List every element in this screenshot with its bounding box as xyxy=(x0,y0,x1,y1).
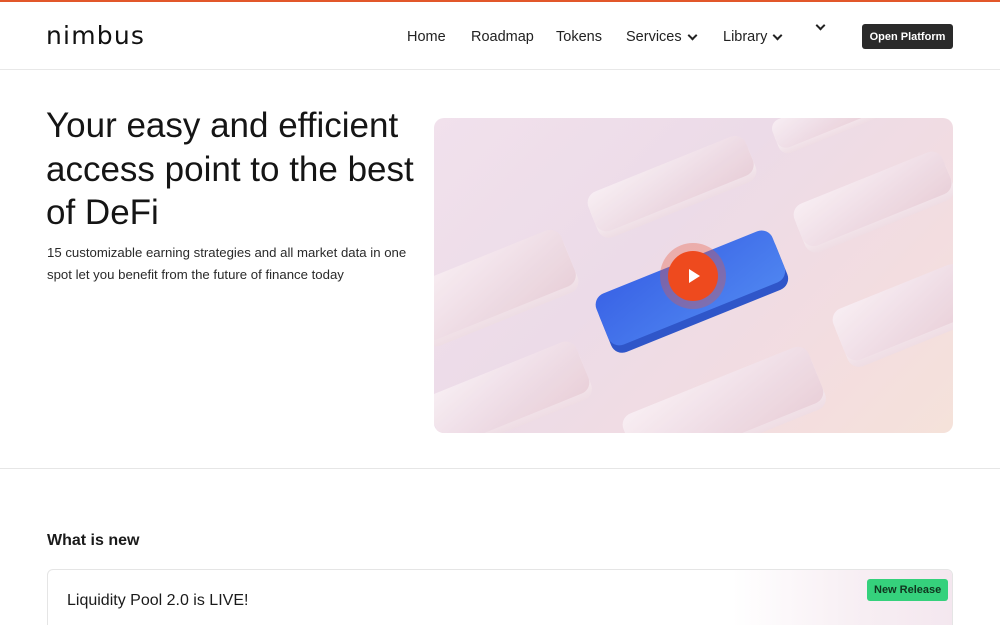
play-icon xyxy=(689,269,700,283)
nav-item-services[interactable]: Services xyxy=(626,26,698,48)
nav-item-label: Library xyxy=(723,29,768,45)
section-divider xyxy=(0,468,1000,469)
nav-item-label: Tokens xyxy=(556,29,602,45)
site-header: nimbus Home Roadmap Tokens Services Libr… xyxy=(0,2,1000,70)
nav-item-library[interactable]: Library xyxy=(723,26,783,48)
hero-title: Your easy and efficient access point to … xyxy=(46,106,414,232)
chevron-down-icon xyxy=(815,20,826,31)
open-platform-button[interactable]: Open Platform xyxy=(862,24,953,49)
news-card-title: Liquidity Pool 2.0 is LIVE! xyxy=(67,592,249,609)
hero-subtitle: 15 customizable earning strategies and a… xyxy=(47,245,407,282)
hero-video[interactable] xyxy=(434,118,953,433)
nav-item-label: Services xyxy=(626,29,682,45)
nav-item-tokens[interactable]: Tokens xyxy=(556,26,602,48)
whats-new-heading: What is new xyxy=(47,532,140,549)
play-button[interactable] xyxy=(668,251,718,301)
nav-item-more[interactable] xyxy=(810,20,826,31)
logo[interactable]: nimbus xyxy=(46,22,145,50)
nav-item-home[interactable]: Home xyxy=(407,26,446,48)
nav-item-roadmap[interactable]: Roadmap xyxy=(471,26,534,48)
news-card[interactable]: Liquidity Pool 2.0 is LIVE! New Release xyxy=(47,569,953,625)
chevron-down-icon xyxy=(687,30,698,40)
new-release-badge: New Release xyxy=(867,579,949,601)
chevron-down-icon xyxy=(772,30,783,40)
nav-item-label: Roadmap xyxy=(471,29,534,45)
nav-item-label: Home xyxy=(407,29,446,45)
